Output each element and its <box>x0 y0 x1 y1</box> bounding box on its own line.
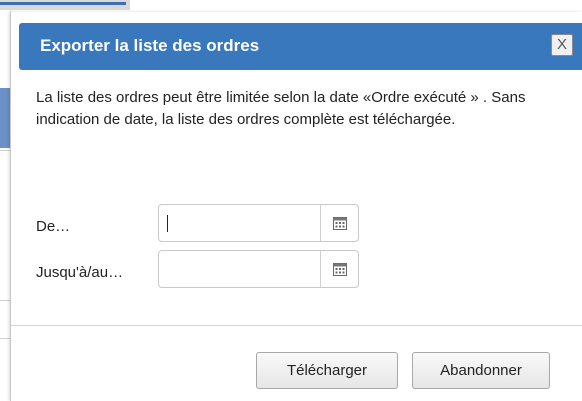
dialog-titlebar: Exporter la liste des ordres X <box>19 23 582 70</box>
close-icon: X <box>556 36 567 53</box>
to-date-field <box>158 250 359 288</box>
to-date-label: Jusqu'à/au… <box>36 264 124 281</box>
background-divider <box>0 338 10 339</box>
to-date-input[interactable] <box>159 251 320 287</box>
from-date-input[interactable] <box>159 205 320 241</box>
dialog-description: La liste des ordres peut être limitée se… <box>36 89 526 128</box>
dialog-title: Exporter la liste des ordres <box>40 36 260 55</box>
background-panel-strip <box>0 88 10 148</box>
cancel-button[interactable]: Abandonner <box>412 352 550 389</box>
export-orders-dialog: Exporter la liste des ordres X La liste … <box>10 12 582 401</box>
close-button[interactable]: X <box>551 34 573 56</box>
to-date-calendar-button[interactable] <box>320 251 358 287</box>
dialog-separator <box>11 325 582 326</box>
from-date-calendar-button[interactable] <box>320 205 358 241</box>
calendar-icon <box>333 217 347 230</box>
text-cursor <box>167 215 168 232</box>
from-date-label: De… <box>36 218 71 235</box>
background-divider <box>0 150 10 151</box>
calendar-icon <box>333 263 347 276</box>
download-button[interactable]: Télécharger <box>256 352 398 389</box>
background-divider <box>0 300 10 301</box>
from-date-field <box>158 204 359 242</box>
background-topbar-accent <box>0 2 126 5</box>
